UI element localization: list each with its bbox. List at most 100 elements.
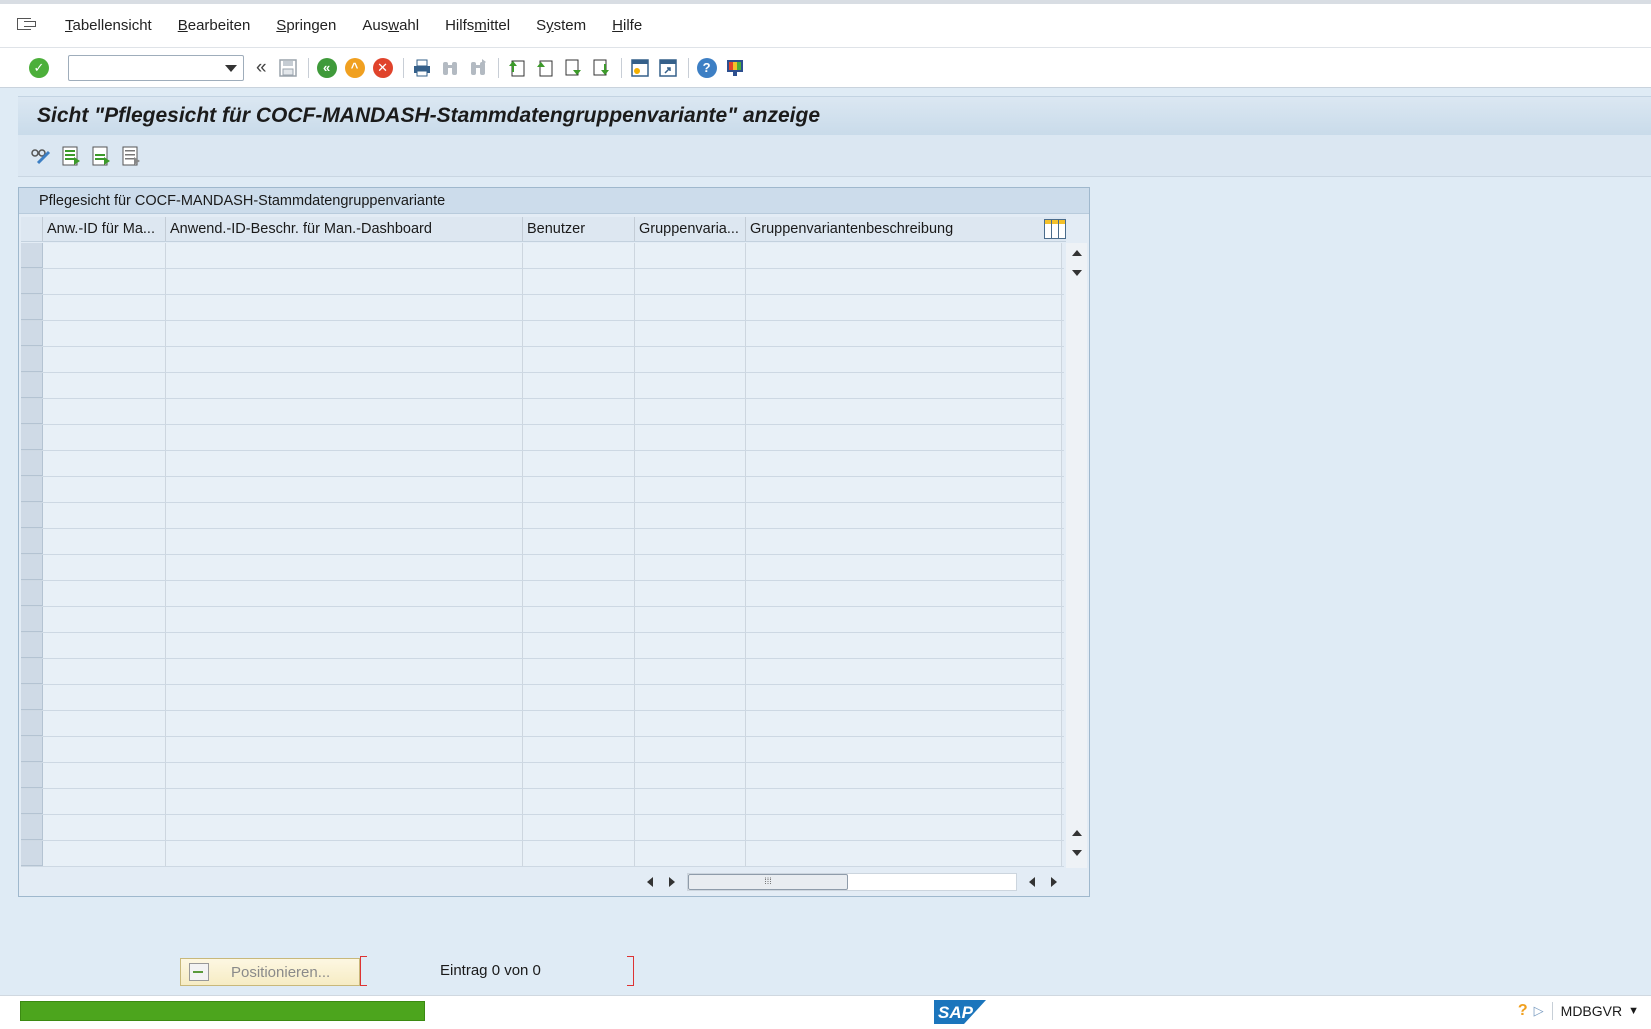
table-cell[interactable] [166,477,523,502]
table-cell[interactable] [43,321,166,346]
vertical-scrollbar[interactable] [1066,243,1087,868]
table-cell[interactable] [166,347,523,372]
menu-auswahl[interactable]: Auswahl [362,17,419,34]
table-cell[interactable] [523,347,635,372]
table-cell[interactable] [635,243,746,268]
table-cell[interactable] [746,815,1062,840]
table-cell[interactable] [43,477,166,502]
scroll-down-button[interactable] [1066,843,1087,863]
first-page-button[interactable] [506,57,528,79]
generate-shortcut-button[interactable] [657,57,679,79]
table-cell[interactable] [43,243,166,268]
table-cell[interactable] [523,659,635,684]
table-cell[interactable] [43,425,166,450]
table-cell[interactable] [166,555,523,580]
table-cell[interactable] [635,477,746,502]
row-selector[interactable] [21,425,43,450]
table-cell[interactable] [523,633,635,658]
table-row[interactable] [21,633,1064,659]
table-cell[interactable] [746,607,1062,632]
column-header-benutzer[interactable]: Benutzer [523,217,635,241]
table-cell[interactable] [746,269,1062,294]
table-cell[interactable] [523,841,635,866]
exit-button[interactable]: ^ [344,57,366,79]
table-row[interactable] [21,373,1064,399]
table-row[interactable] [21,581,1064,607]
table-cell[interactable] [166,581,523,606]
table-cell[interactable] [746,451,1062,476]
previous-page-button[interactable] [534,57,556,79]
scroll-column-left-button[interactable] [1021,872,1043,892]
row-selector[interactable] [21,711,43,736]
back-button[interactable]: « [316,57,338,79]
table-cell[interactable] [43,373,166,398]
table-cell[interactable] [166,503,523,528]
table-cell[interactable] [635,581,746,606]
chevron-down-icon[interactable] [225,64,237,72]
display-change-button[interactable] [30,145,52,167]
row-selector[interactable] [21,581,43,606]
menu-system[interactable]: System [536,17,586,34]
table-row[interactable] [21,451,1064,477]
row-selector[interactable] [21,347,43,372]
table-cell[interactable] [635,841,746,866]
row-selector[interactable] [21,659,43,684]
table-cell[interactable] [43,789,166,814]
table-row[interactable] [21,685,1064,711]
row-selector[interactable] [21,685,43,710]
table-cell[interactable] [746,711,1062,736]
table-cell[interactable] [43,685,166,710]
table-cell[interactable] [166,399,523,424]
table-cell[interactable] [43,737,166,762]
table-cell[interactable] [635,737,746,762]
row-selector[interactable] [21,841,43,866]
table-cell[interactable] [746,295,1062,320]
table-cell[interactable] [523,607,635,632]
table-cell[interactable] [523,815,635,840]
row-selector[interactable] [21,503,43,528]
table-cell[interactable] [746,529,1062,554]
table-cell[interactable] [635,555,746,580]
table-cell[interactable] [746,347,1062,372]
table-row[interactable] [21,399,1064,425]
table-cell[interactable] [746,789,1062,814]
table-cell[interactable] [635,321,746,346]
scroll-up-button[interactable] [1066,243,1087,263]
table-cell[interactable] [166,243,523,268]
find-next-button[interactable] [467,57,489,79]
table-cell[interactable] [746,555,1062,580]
menu-springen[interactable]: Springen [276,17,336,34]
row-selector[interactable] [21,555,43,580]
table-cell[interactable] [166,425,523,450]
table-row[interactable] [21,243,1064,269]
find-button[interactable] [439,57,461,79]
table-row[interactable] [21,607,1064,633]
table-cell[interactable] [523,243,635,268]
horizontal-scroll-track[interactable]: ⁞⁞⁞ [687,873,1017,891]
table-cell[interactable] [166,451,523,476]
table-cell[interactable] [166,529,523,554]
scroll-page-down-button[interactable] [1066,263,1087,283]
scroll-right-button[interactable] [661,872,683,892]
column-header-gruppenvariantenbeschreibung[interactable]: Gruppenvariantenbeschreibung [746,217,1036,241]
table-cell[interactable] [523,295,635,320]
table-cell[interactable] [635,607,746,632]
table-cell[interactable] [43,607,166,632]
table-cell[interactable] [43,815,166,840]
table-cell[interactable] [166,763,523,788]
table-cell[interactable] [166,633,523,658]
table-cell[interactable] [523,555,635,580]
last-page-button[interactable] [590,57,612,79]
row-selector[interactable] [21,477,43,502]
vertical-scroll-track[interactable] [1066,283,1087,823]
column-header-anwend-beschr[interactable]: Anwend.-ID-Beschr. für Man.-Dashboard [166,217,523,241]
select-all-rows-cell[interactable] [21,217,43,241]
table-cell[interactable] [635,373,746,398]
table-cell[interactable] [166,295,523,320]
menu-hilfsmittel[interactable]: Hilfsmittel [445,17,510,34]
table-cell[interactable] [43,295,166,320]
table-cell[interactable] [43,659,166,684]
table-row[interactable] [21,555,1064,581]
table-cell[interactable] [166,841,523,866]
table-row[interactable] [21,711,1064,737]
